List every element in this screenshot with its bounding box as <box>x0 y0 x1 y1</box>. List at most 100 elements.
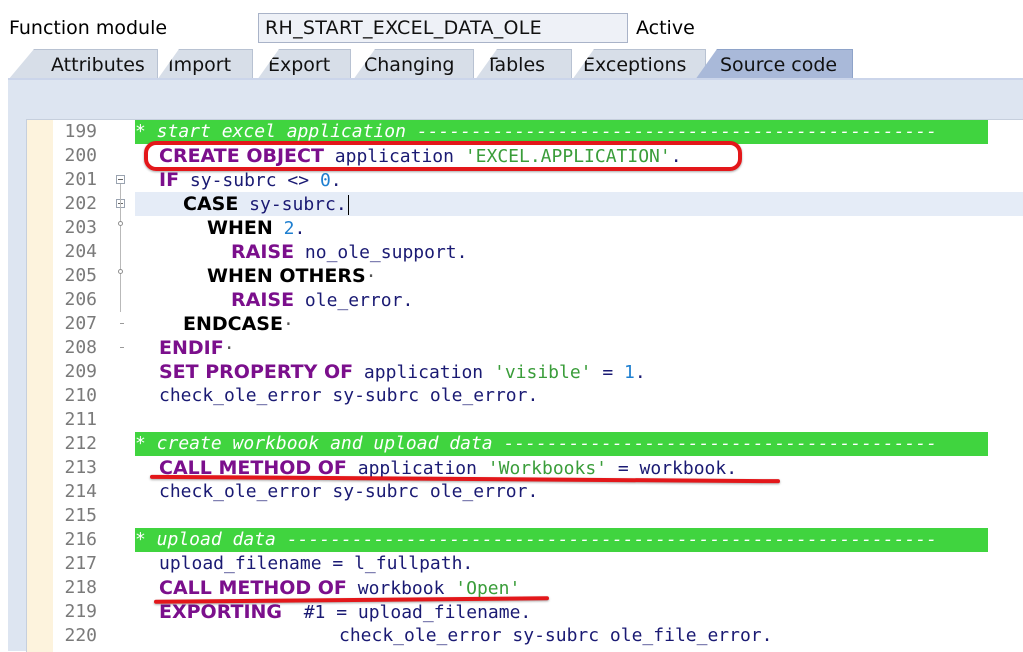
code-line[interactable]: 203 WHEN 2. <box>27 216 1023 240</box>
fold-toggle-icon[interactable] <box>116 175 125 184</box>
code-token: · <box>223 338 235 359</box>
code-line[interactable]: 204 RAISE no_ole_support. <box>27 240 1023 264</box>
code-text: RAISE ole_error. <box>231 288 413 312</box>
status-text: Active <box>636 17 695 39</box>
keyword-token: ENDIF <box>159 337 224 359</box>
code-text: RAISE no_ole_support. <box>231 240 467 264</box>
line-number: 201 <box>64 169 97 190</box>
string-token: 'Workbooks' <box>487 458 608 479</box>
string-token: 'visible' <box>493 362 592 383</box>
code-token: check_ole_error sy-subrc ole_error. <box>159 385 539 406</box>
fold-point-icon <box>118 269 123 274</box>
code-editor[interactable]: 199 * start excel application -----------… <box>26 119 1023 652</box>
code-token: . <box>634 362 646 383</box>
code-line[interactable]: 209 SET PROPERTY OF application 'visible'… <box>27 360 1023 384</box>
line-number: 214 <box>64 481 97 502</box>
code-token: workbook <box>346 578 456 599</box>
keyword-token: WHEN OTHERS <box>207 265 366 287</box>
line-number: 200 <box>64 145 97 166</box>
keyword-token: RAISE <box>231 289 295 311</box>
keyword-token: IF <box>159 169 180 191</box>
comment-token: * create workbook and upload data ------… <box>135 433 937 454</box>
line-number: 207 <box>64 313 97 334</box>
code-token: check_ole_error sy-subrc ole_error. <box>159 481 539 502</box>
comment-token: * upload data --------------------------… <box>135 529 937 550</box>
tab-source-code[interactable]: Source code <box>695 49 853 80</box>
code-text: check_ole_error sy-subrc ole_file_error. <box>339 624 772 648</box>
line-number: 220 <box>64 625 97 646</box>
code-text: ENDCASE· <box>183 312 294 336</box>
keyword-token: EXPORTING <box>159 601 283 623</box>
code-text: check_ole_error sy-subrc ole_error. <box>159 480 538 504</box>
code-text: WHEN OTHERS· <box>207 264 377 288</box>
tab-tables[interactable]: Tables <box>475 49 572 80</box>
code-token: sy-subrc. <box>238 194 347 215</box>
code-token: · <box>282 314 294 335</box>
highlight-oval <box>144 141 742 171</box>
code-text: IF sy-subrc <> 0. <box>159 168 342 192</box>
code-text: SET PROPERTY OF application 'visible' = … <box>159 360 646 384</box>
code-line[interactable]: 217 upload_filename = l_fullpath. <box>27 552 1023 576</box>
code-line[interactable]: 208 ENDIF· <box>27 336 1023 360</box>
code-line[interactable]: 206 RAISE ole_error. <box>27 288 1023 312</box>
keyword-token: ENDCASE <box>183 313 283 335</box>
tab-strip: Attributes Import Export Changing Tables… <box>0 47 1023 80</box>
keyword-token: CASE <box>183 193 239 215</box>
code-token: . <box>330 170 342 191</box>
line-number: 213 <box>64 457 97 478</box>
code-token: = workbook. <box>607 458 738 479</box>
line-number: 216 <box>64 529 97 550</box>
code-token: = <box>591 362 625 383</box>
comment-line-text: * upload data --------------------------… <box>135 528 988 552</box>
tab-changing[interactable]: Changing <box>353 49 474 80</box>
number-token: 0 <box>319 170 331 191</box>
line-number: 218 <box>64 577 97 598</box>
tab-export[interactable]: Export <box>257 49 351 80</box>
code-token: · <box>365 266 377 287</box>
keyword-token: WHEN <box>207 217 273 239</box>
line-number: 199 <box>64 121 97 142</box>
tab-import[interactable]: Import <box>157 49 253 80</box>
code-line[interactable]: 219 EXPORTING #1 = upload_filename. <box>27 600 1023 624</box>
fold-guide <box>120 184 121 208</box>
number-token: 2 <box>283 218 295 239</box>
code-line[interactable]: 215 <box>27 504 1023 528</box>
line-number: 205 <box>64 265 97 286</box>
tab-attributes[interactable]: Attributes <box>8 49 158 80</box>
line-number: 212 <box>64 433 97 454</box>
tab-exceptions[interactable]: Exceptions <box>572 49 706 80</box>
keyword-token: RAISE <box>231 241 295 263</box>
code-line[interactable]: 220 check_ole_error sy-subrc ole_file_err… <box>27 624 1023 648</box>
code-line[interactable]: 205 WHEN OTHERS· <box>27 264 1023 288</box>
function-module-name-field[interactable]: RH_START_EXCEL_DATA_OLE <box>258 13 628 43</box>
code-token: #1 = upload_filename. <box>282 602 532 623</box>
code-text: EXPORTING #1 = upload_filename. <box>159 600 531 624</box>
code-line[interactable]: 211 <box>27 408 1023 432</box>
line-number: 209 <box>64 361 97 382</box>
code-line[interactable]: 207 ENDCASE· <box>27 312 1023 336</box>
line-number: 203 <box>64 217 97 238</box>
code-token: no_ole_support. <box>294 242 468 263</box>
code-line[interactable]: 214 check_ole_error sy-subrc ole_error. <box>27 480 1023 504</box>
code-token: application <box>353 362 494 383</box>
code-line[interactable]: 210 check_ole_error sy-subrc ole_error. <box>27 384 1023 408</box>
line-number: 215 <box>64 505 97 526</box>
keyword-token: SET PROPERTY OF <box>159 361 354 383</box>
line-number: 202 <box>64 193 97 214</box>
code-line[interactable]: 202 CASE sy-subrc. <box>27 192 1023 216</box>
code-line[interactable]: 216 * upload data -----------------------… <box>27 528 1023 552</box>
comment-line-text: * create workbook and upload data ------… <box>135 432 988 456</box>
code-line[interactable]: 212 * create workbook and upload data ---… <box>27 432 1023 456</box>
line-number: 219 <box>64 601 97 622</box>
code-token: sy-subrc <> <box>179 170 320 191</box>
line-number: 204 <box>64 241 97 262</box>
text-cursor <box>347 195 349 215</box>
fold-point-icon <box>118 221 123 226</box>
function-module-label: Function module <box>9 17 168 39</box>
header-bar: Function module RH_START_EXCEL_DATA_OLE … <box>0 0 1023 47</box>
line-number: 208 <box>64 337 97 358</box>
line-number: 206 <box>64 289 97 310</box>
code-text: WHEN 2. <box>207 216 305 240</box>
code-line[interactable]: 201 IF sy-subrc <> 0. <box>27 168 1023 192</box>
